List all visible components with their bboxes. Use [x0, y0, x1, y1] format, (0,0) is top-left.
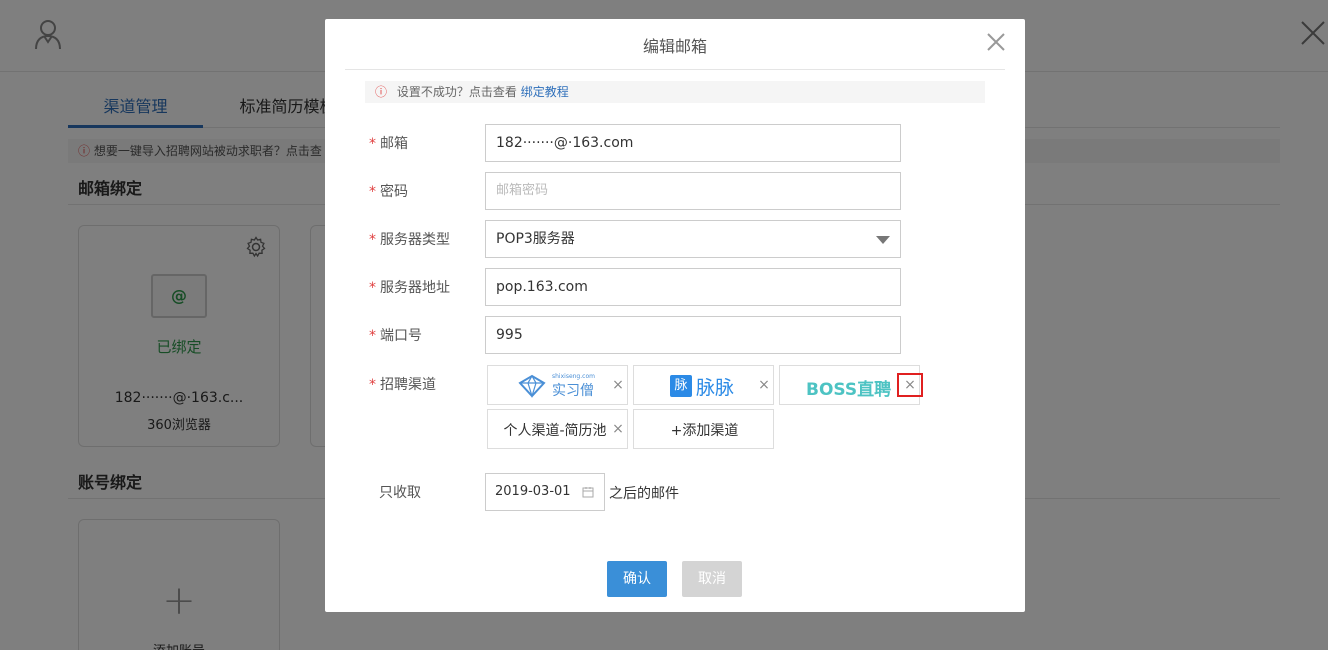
port-field[interactable]: 995: [485, 316, 901, 354]
maimai-logo: 脉 脉脉: [670, 375, 744, 399]
tutorial-link[interactable]: 绑定教程: [521, 85, 569, 99]
remove-channel-icon[interactable]: ×: [612, 422, 624, 436]
add-channel-button[interactable]: +添加渠道: [633, 409, 774, 449]
channels-label: * 招聘渠道: [369, 377, 436, 393]
dialog-title: 编辑邮箱: [642, 37, 707, 56]
receive-after-suffix: 之后的邮件: [609, 486, 679, 502]
email-field[interactable]: 182·······@·163.com: [485, 124, 901, 162]
email-label: * 邮箱: [369, 136, 408, 152]
port-label: * 端口号: [369, 328, 422, 344]
server-address-field[interactable]: pop.163.com: [485, 268, 901, 306]
shixiseng-logo: shixiseng.com 实习僧: [518, 373, 598, 399]
edit-mailbox-dialog: 编辑邮箱 ⓘ 设置不成功？点击查看 绑定教程 * 邮箱 182·······@·1…: [325, 19, 1025, 612]
warning-icon: ⓘ: [375, 85, 388, 99]
channel-chip-maimai[interactable]: 脉 脉脉 ×: [633, 365, 774, 405]
channel-chip-label: 个人渠道-简历池: [503, 423, 607, 439]
channel-chip-personal[interactable]: 个人渠道-简历池 ×: [487, 409, 628, 449]
dialog-divider: [345, 69, 1005, 70]
calendar-icon[interactable]: [582, 486, 594, 498]
date-value: 2019-03-01: [495, 484, 571, 499]
server-type-select[interactable]: POP3服务器: [485, 220, 901, 258]
highlight-box: [897, 373, 923, 397]
add-channel-label: +添加渠道: [670, 423, 739, 439]
server-type-value: POP3服务器: [496, 231, 575, 247]
cancel-button[interactable]: 取消: [682, 561, 742, 597]
help-tip-text: 设置不成功？点击查看: [396, 85, 517, 99]
remove-channel-icon[interactable]: ×: [612, 378, 624, 392]
confirm-button[interactable]: 确认: [607, 561, 667, 597]
server-type-label: * 服务器类型: [369, 232, 450, 248]
remove-channel-icon[interactable]: ×: [758, 378, 770, 392]
close-icon[interactable]: [985, 31, 1007, 53]
receive-after-label: 只收取: [379, 485, 421, 501]
boss-zhipin-logo: BOSS直聘: [806, 380, 892, 400]
date-picker[interactable]: 2019-03-01: [485, 473, 605, 511]
channel-chip-shixiseng[interactable]: shixiseng.com 实习僧 ×: [487, 365, 628, 405]
help-tip: ⓘ 设置不成功？点击查看 绑定教程: [365, 81, 985, 103]
password-field[interactable]: 邮箱密码: [485, 172, 901, 210]
chevron-down-icon: [876, 236, 890, 244]
server-address-label: * 服务器地址: [369, 280, 450, 296]
password-label: * 密码: [369, 184, 408, 200]
